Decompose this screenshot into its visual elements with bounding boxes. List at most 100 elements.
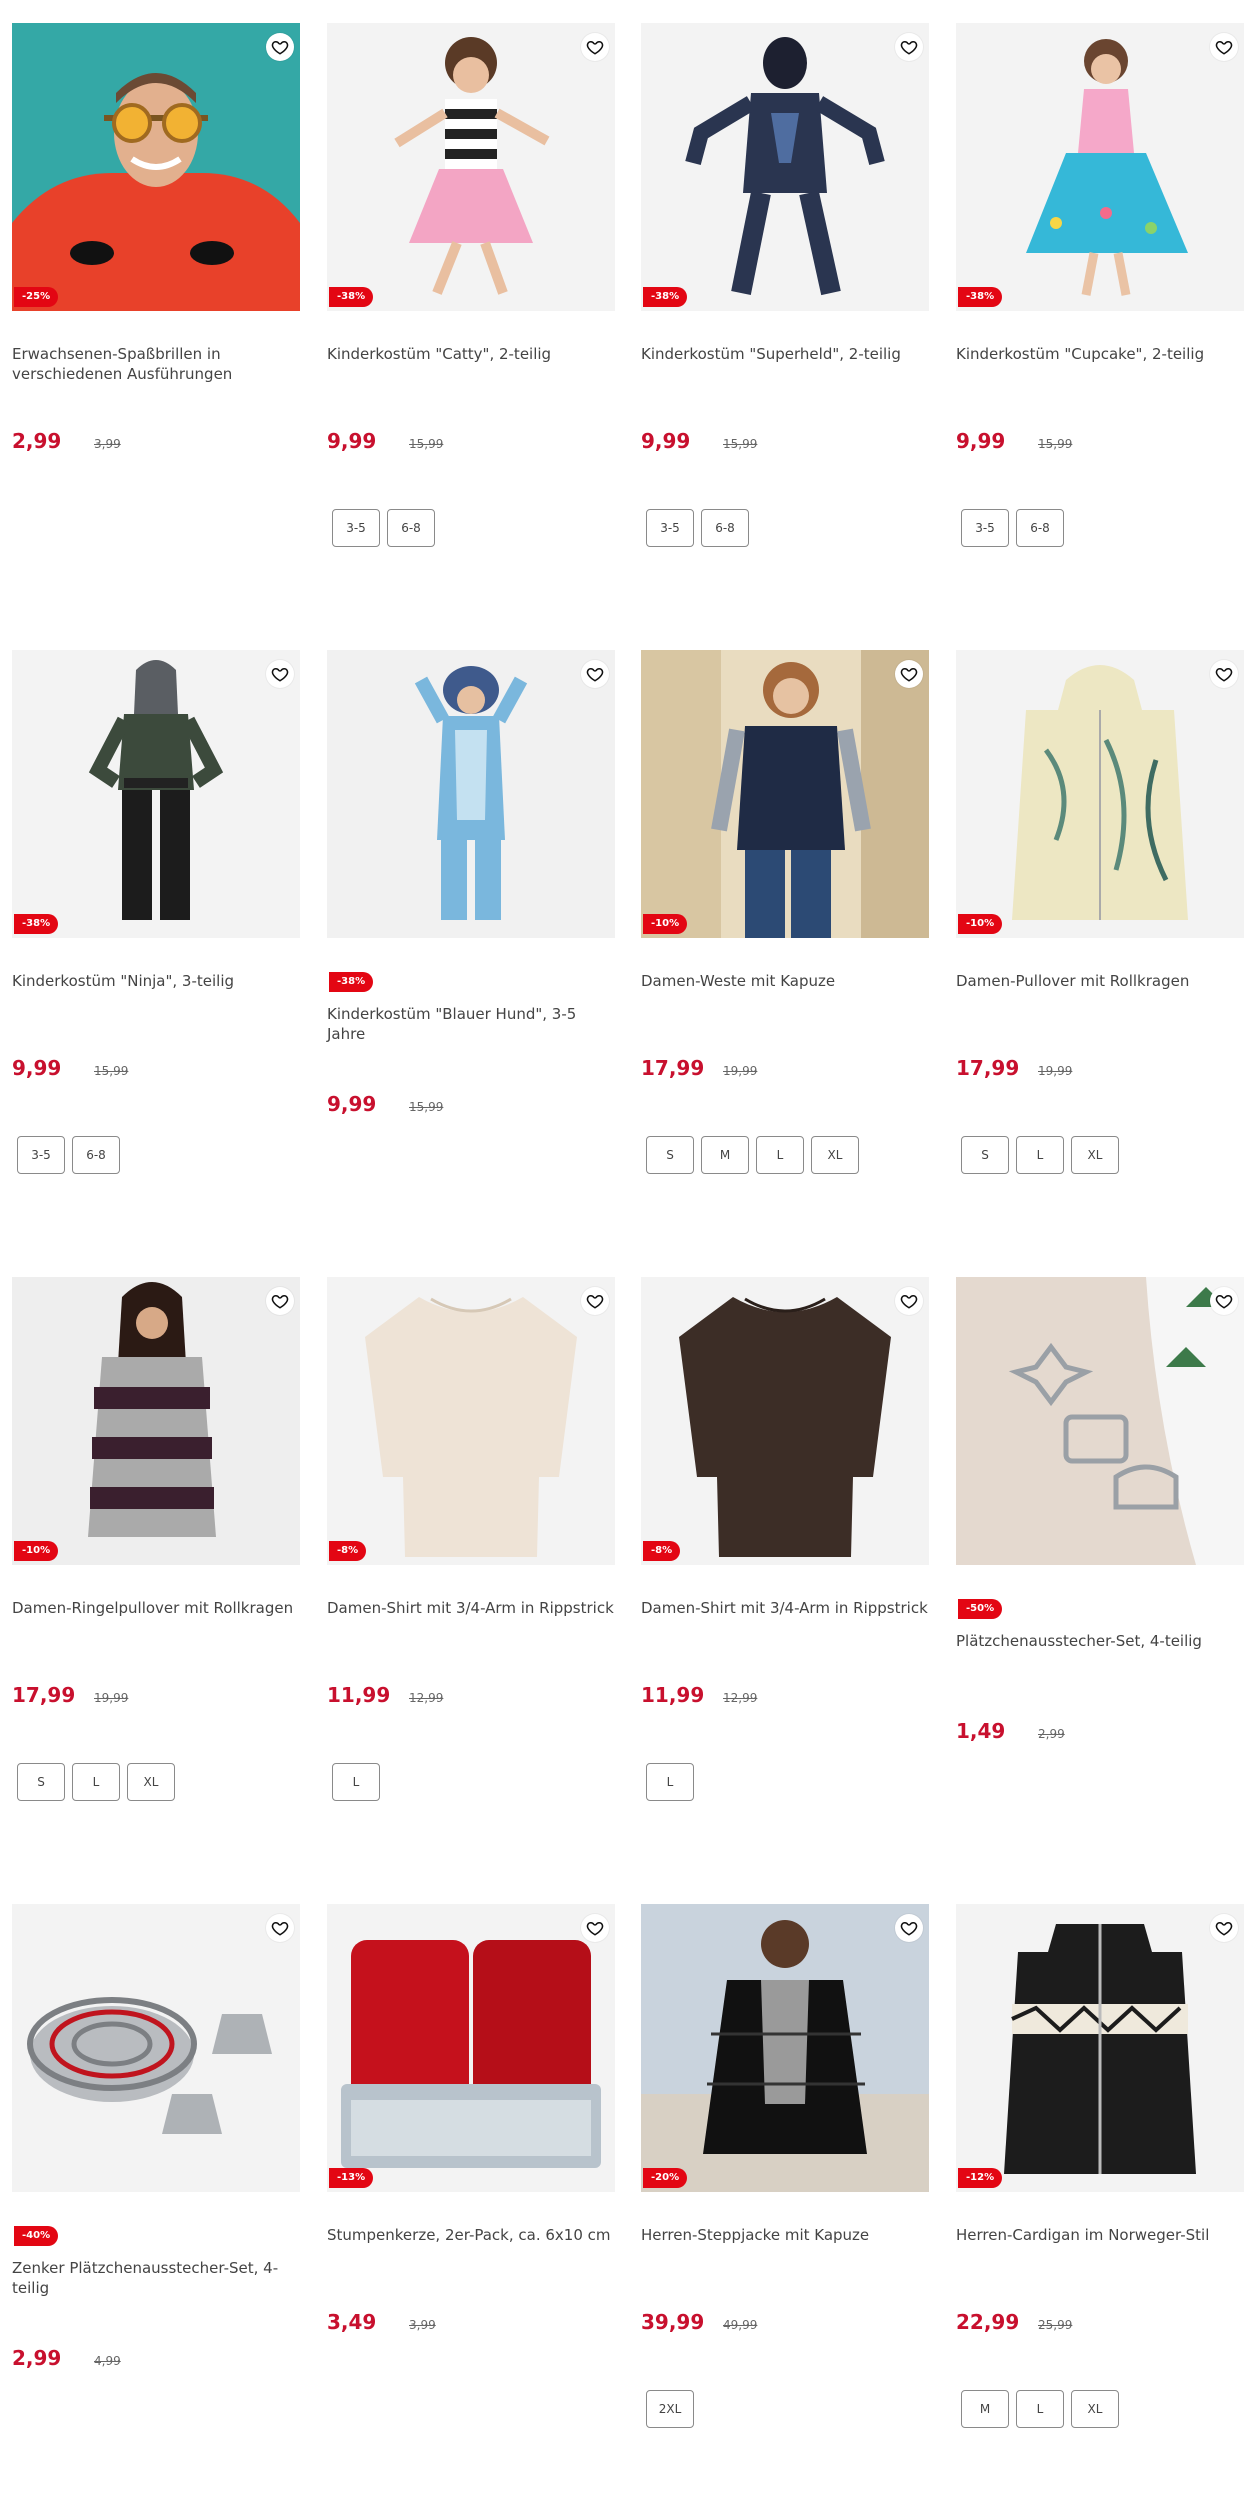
- wishlist-heart-icon[interactable]: [1210, 33, 1238, 61]
- wishlist-heart-icon[interactable]: [1210, 1914, 1238, 1942]
- size-option-button[interactable]: XL: [1071, 2390, 1119, 2428]
- price-row: 39,99 49,99: [641, 2310, 757, 2334]
- size-option-button[interactable]: S: [646, 1136, 694, 1174]
- product-image-brown-shirt[interactable]: [641, 1277, 929, 1565]
- product-card[interactable]: -38% Kinderkostüm "Ninja", 3-teilig 9,99…: [12, 650, 300, 1250]
- product-card[interactable]: -10% Damen-Ringelpullover mit Rollkragen…: [12, 1277, 300, 1877]
- size-option-button[interactable]: 6-8: [387, 509, 435, 547]
- product-card[interactable]: -13% Stumpenkerze, 2er-Pack, ca. 6x10 cm…: [327, 1904, 615, 2504]
- product-card[interactable]: -10% Damen-Pullover mit Rollkragen 17,99…: [956, 650, 1244, 1250]
- product-card[interactable]: -40% Zenker Plätzchenausstecher-Set, 4-t…: [12, 1904, 300, 2504]
- price-row: 11,99 12,99: [327, 1683, 443, 1707]
- size-options: 3-5 6-8: [17, 1136, 120, 1174]
- product-card[interactable]: -20% Herren-Steppjacke mit Kapuze 39,99 …: [641, 1904, 929, 2504]
- product-title[interactable]: Kinderkostüm "Superheld", 2-teilig: [641, 344, 929, 364]
- wishlist-heart-icon[interactable]: [266, 1287, 294, 1315]
- size-option-button[interactable]: M: [961, 2390, 1009, 2428]
- size-option-button[interactable]: 3-5: [961, 509, 1009, 547]
- current-price: 1,49: [956, 1719, 1006, 1743]
- product-title[interactable]: Damen-Shirt mit 3/4-Arm in Rippstrick: [327, 1598, 615, 1618]
- product-image-boy-superhero-costume[interactable]: [641, 23, 929, 311]
- product-image-girl-cat-costume[interactable]: [327, 23, 615, 311]
- size-option-button[interactable]: L: [72, 1763, 120, 1801]
- wishlist-heart-icon[interactable]: [581, 1287, 609, 1315]
- wishlist-heart-icon[interactable]: [1210, 660, 1238, 688]
- product-card[interactable]: -38% Kinderkostüm "Catty", 2-teilig 9,99…: [327, 23, 615, 623]
- product-card[interactable]: -50% Plätzchenausstecher-Set, 4-teilig 1…: [956, 1277, 1244, 1877]
- product-card[interactable]: -38% Kinderkostüm "Superheld", 2-teilig …: [641, 23, 929, 623]
- wishlist-heart-icon[interactable]: [895, 1287, 923, 1315]
- product-card[interactable]: -38% Kinderkostüm "Blauer Hund", 3-5 Jah…: [327, 650, 615, 1250]
- wishlist-heart-icon[interactable]: [581, 1914, 609, 1942]
- product-card[interactable]: -12% Herren-Cardigan im Norweger-Stil 22…: [956, 1904, 1244, 2504]
- size-option-button[interactable]: 6-8: [701, 509, 749, 547]
- product-image-man-puffer-jacket[interactable]: [641, 1904, 929, 2192]
- size-option-button[interactable]: XL: [1071, 1136, 1119, 1174]
- original-price: 3,99: [94, 437, 121, 451]
- size-option-button[interactable]: L: [756, 1136, 804, 1174]
- product-image-woman-striped-sweater[interactable]: [12, 1277, 300, 1565]
- product-image-norwegian-cardigan[interactable]: [956, 1904, 1244, 2192]
- product-card[interactable]: -8% Damen-Shirt mit 3/4-Arm in Rippstric…: [327, 1277, 615, 1877]
- size-option-button[interactable]: S: [961, 1136, 1009, 1174]
- size-option-button[interactable]: M: [701, 1136, 749, 1174]
- size-option-button[interactable]: L: [332, 1763, 380, 1801]
- original-price: 25,99: [1038, 2318, 1073, 2332]
- product-title[interactable]: Damen-Ringelpullover mit Rollkragen: [12, 1598, 300, 1618]
- product-title[interactable]: Herren-Cardigan im Norweger-Stil: [956, 2225, 1244, 2245]
- size-option-button[interactable]: XL: [127, 1763, 175, 1801]
- product-title[interactable]: Erwachsenen-Spaßbrillen in verschiedenen…: [12, 344, 300, 384]
- product-card[interactable]: -10% Damen-Weste mit Kapuze 17,99 19,99 …: [641, 650, 929, 1250]
- size-options: L: [332, 1763, 380, 1801]
- product-title[interactable]: Kinderkostüm "Blauer Hund", 3-5 Jahre: [327, 1004, 615, 1044]
- product-image-man-red-costume-funny-glasses[interactable]: [12, 23, 300, 311]
- size-option-button[interactable]: L: [646, 1763, 694, 1801]
- size-option-button[interactable]: 6-8: [1016, 509, 1064, 547]
- wishlist-heart-icon[interactable]: [581, 660, 609, 688]
- product-card[interactable]: -38% Kinderkostüm "Cupcake", 2-teilig 9,…: [956, 23, 1244, 623]
- product-title[interactable]: Damen-Pullover mit Rollkragen: [956, 971, 1244, 991]
- product-title[interactable]: Kinderkostüm "Catty", 2-teilig: [327, 344, 615, 364]
- discount-badge: -38%: [329, 287, 374, 307]
- product-image-woman-quilted-vest[interactable]: [641, 650, 929, 938]
- product-image-round-cookie-cutters[interactable]: [12, 1904, 300, 2192]
- product-image-cream-shirt[interactable]: [327, 1277, 615, 1565]
- product-title[interactable]: Zenker Plätzchenausstecher-Set, 4-teilig: [12, 2258, 300, 2298]
- size-option-button[interactable]: 3-5: [646, 509, 694, 547]
- current-price: 9,99: [327, 1092, 377, 1116]
- size-option-button[interactable]: L: [1016, 2390, 1064, 2428]
- discount-badge: -20%: [643, 2168, 688, 2188]
- wishlist-heart-icon[interactable]: [581, 33, 609, 61]
- product-image-red-candles-pack[interactable]: [327, 1904, 615, 2192]
- product-image-cookie-cutters-on-table[interactable]: [956, 1277, 1244, 1565]
- wishlist-heart-icon[interactable]: [266, 33, 294, 61]
- wishlist-heart-icon[interactable]: [1210, 1287, 1238, 1315]
- size-option-button[interactable]: S: [17, 1763, 65, 1801]
- size-option-button[interactable]: XL: [811, 1136, 859, 1174]
- current-price: 9,99: [641, 429, 691, 453]
- product-image-girl-cupcake-dress[interactable]: [956, 23, 1244, 311]
- size-option-button[interactable]: L: [1016, 1136, 1064, 1174]
- wishlist-heart-icon[interactable]: [895, 660, 923, 688]
- discount-badge: -10%: [643, 914, 688, 934]
- product-card[interactable]: -8% Damen-Shirt mit 3/4-Arm in Rippstric…: [641, 1277, 929, 1877]
- product-card[interactable]: -25% Erwachsenen-Spaßbrillen in verschie…: [12, 23, 300, 623]
- wishlist-heart-icon[interactable]: [266, 1914, 294, 1942]
- product-title[interactable]: Kinderkostüm "Ninja", 3-teilig: [12, 971, 300, 991]
- product-title[interactable]: Kinderkostüm "Cupcake", 2-teilig: [956, 344, 1244, 364]
- wishlist-heart-icon[interactable]: [895, 1914, 923, 1942]
- size-option-button[interactable]: 3-5: [17, 1136, 65, 1174]
- product-title[interactable]: Plätzchenausstecher-Set, 4-teilig: [956, 1631, 1244, 1651]
- size-option-button[interactable]: 2XL: [646, 2390, 694, 2428]
- wishlist-heart-icon[interactable]: [266, 660, 294, 688]
- product-image-boy-ninja-costume[interactable]: [12, 650, 300, 938]
- size-option-button[interactable]: 3-5: [332, 509, 380, 547]
- size-option-button[interactable]: 6-8: [72, 1136, 120, 1174]
- product-title[interactable]: Damen-Weste mit Kapuze: [641, 971, 929, 991]
- product-title[interactable]: Herren-Steppjacke mit Kapuze: [641, 2225, 929, 2245]
- product-title[interactable]: Damen-Shirt mit 3/4-Arm in Rippstrick: [641, 1598, 929, 1618]
- product-title[interactable]: Stumpenkerze, 2er-Pack, ca. 6x10 cm: [327, 2225, 615, 2245]
- wishlist-heart-icon[interactable]: [895, 33, 923, 61]
- product-image-patterned-hoodie[interactable]: [956, 650, 1244, 938]
- product-image-child-blue-dog-onesie[interactable]: [327, 650, 615, 938]
